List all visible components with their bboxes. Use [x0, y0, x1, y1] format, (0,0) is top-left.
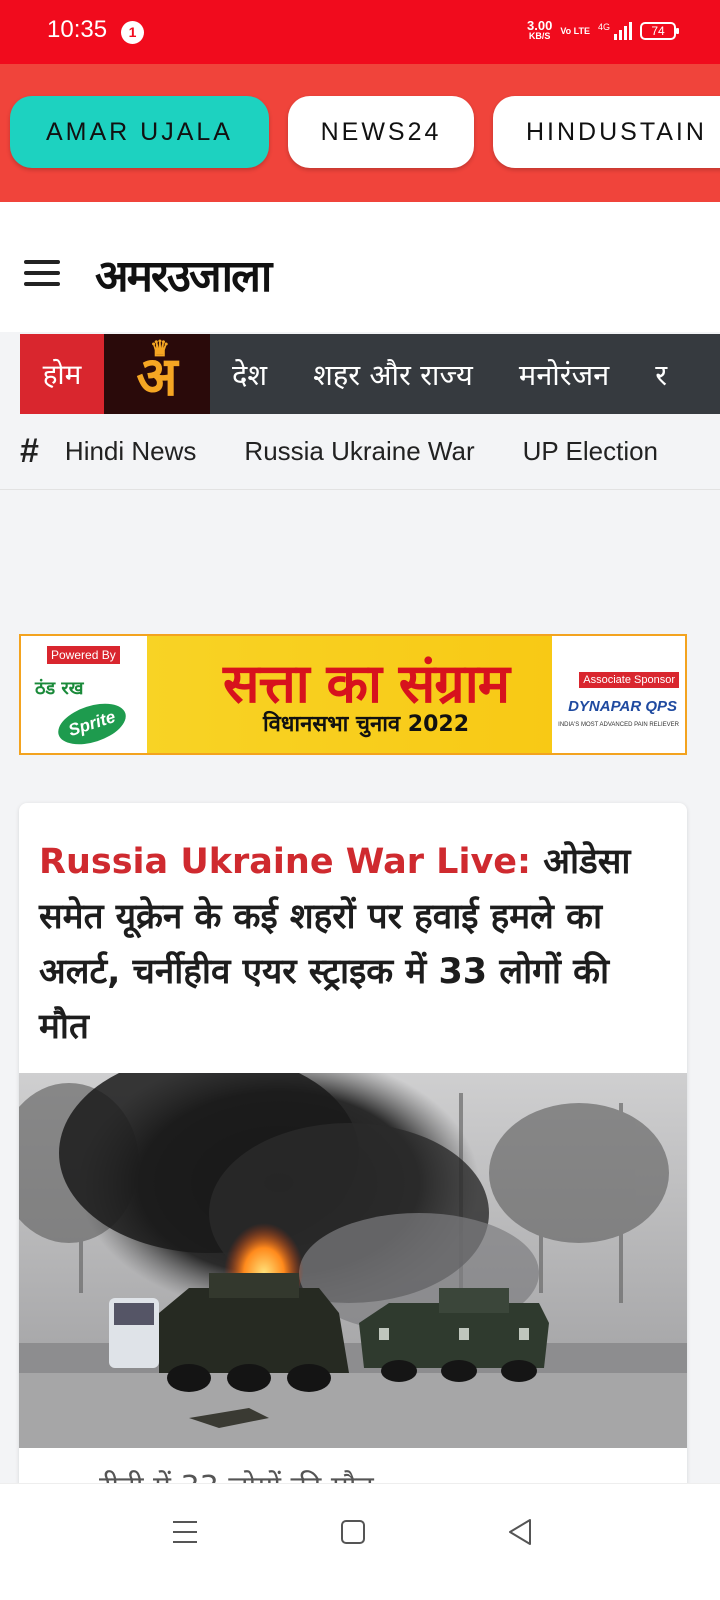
channel-chip-news24[interactable]: NEWS24	[288, 96, 474, 168]
headline-live-prefix: Russia Ukraine War Live:	[39, 842, 532, 882]
channel-chip-hindustain[interactable]: HINDUSTAIN	[493, 96, 720, 168]
ad-title: सत्ता का संग्राम	[222, 652, 510, 715]
webview-content: अमरउजाला होम ♛ अ देश शहर और राज्य मनोरंज…	[0, 202, 720, 1512]
trending-tags: # Hindi News Russia Ukraine War UP Elect…	[0, 414, 720, 490]
status-time: 10:35	[47, 16, 108, 43]
channel-chip-amar-ujala[interactable]: AMAR UJALA	[10, 96, 269, 168]
network-speed: 3.00 KB/S	[527, 18, 553, 41]
crown-icon: ♛	[150, 336, 170, 362]
nav-item-desh[interactable]: देश	[232, 355, 267, 394]
article-photo[interactable]	[19, 1073, 687, 1448]
nav-item-city-state[interactable]: शहर और राज्य	[313, 355, 473, 394]
nav-item-entertainment[interactable]: मनोरंजन	[519, 355, 609, 394]
system-navigation-bar	[0, 1483, 720, 1600]
tag-russia-ukraine-war[interactable]: Russia Ukraine War	[244, 436, 474, 467]
home-square-icon[interactable]	[333, 1512, 373, 1552]
ad-powered-by: Powered By	[47, 646, 120, 664]
signal-icon: 4G	[598, 22, 632, 40]
ad-subtitle: विधानसभा चुनाव 2022	[262, 712, 470, 737]
site-logo[interactable]: अमरउजाला	[95, 244, 272, 304]
article-headline[interactable]: Russia Ukraine War Live: ओडेसा समेत यूक्…	[39, 835, 669, 1055]
status-bar: 10:35 1 3.00 KB/S Vo LTE 4G 74	[0, 0, 720, 64]
brand-logo-icon[interactable]: ♛ अ	[104, 334, 210, 414]
volte-indicator: Vo LTE	[560, 26, 590, 36]
burning-vehicle-photo	[19, 1073, 687, 1448]
ad-sponsor-logo: DYNAPAR QPS	[568, 698, 677, 715]
recents-icon[interactable]	[165, 1512, 205, 1552]
notification-count-badge: 1	[121, 21, 144, 44]
hamburger-icon[interactable]	[24, 260, 60, 286]
back-triangle-icon[interactable]	[500, 1512, 540, 1552]
hashtag-icon: #	[20, 432, 39, 470]
ad-associate-label: Associate Sponsor	[579, 672, 679, 688]
site-header: अमरउजाला	[0, 202, 720, 332]
ad-sponsor-tagline: INDIA'S MOST ADVANCED PAIN RELIEVER	[558, 722, 679, 728]
channel-strip: AMAR UJALA NEWS24 HINDUSTAIN	[0, 64, 720, 202]
tag-hindi-news[interactable]: Hindi News	[65, 436, 197, 467]
sprite-logo: Sprite	[53, 696, 131, 752]
tag-up-election[interactable]: UP Election	[523, 436, 658, 467]
ad-brand-tagline: ठंड रख	[35, 678, 84, 699]
nav-item-more[interactable]: र	[655, 355, 667, 394]
election-banner-ad[interactable]: Powered By ठंड रख Sprite सत्ता का संग्रा…	[19, 634, 687, 755]
category-nav: होम ♛ अ देश शहर और राज्य मनोरंजन र	[20, 334, 720, 414]
article-card[interactable]: Russia Ukraine War Live: ओडेसा समेत यूक्…	[19, 803, 687, 1512]
battery-icon: 74	[640, 22, 679, 40]
status-indicators: 3.00 KB/S Vo LTE 4G 74	[527, 16, 679, 46]
nav-item-home[interactable]: होम	[20, 334, 104, 414]
